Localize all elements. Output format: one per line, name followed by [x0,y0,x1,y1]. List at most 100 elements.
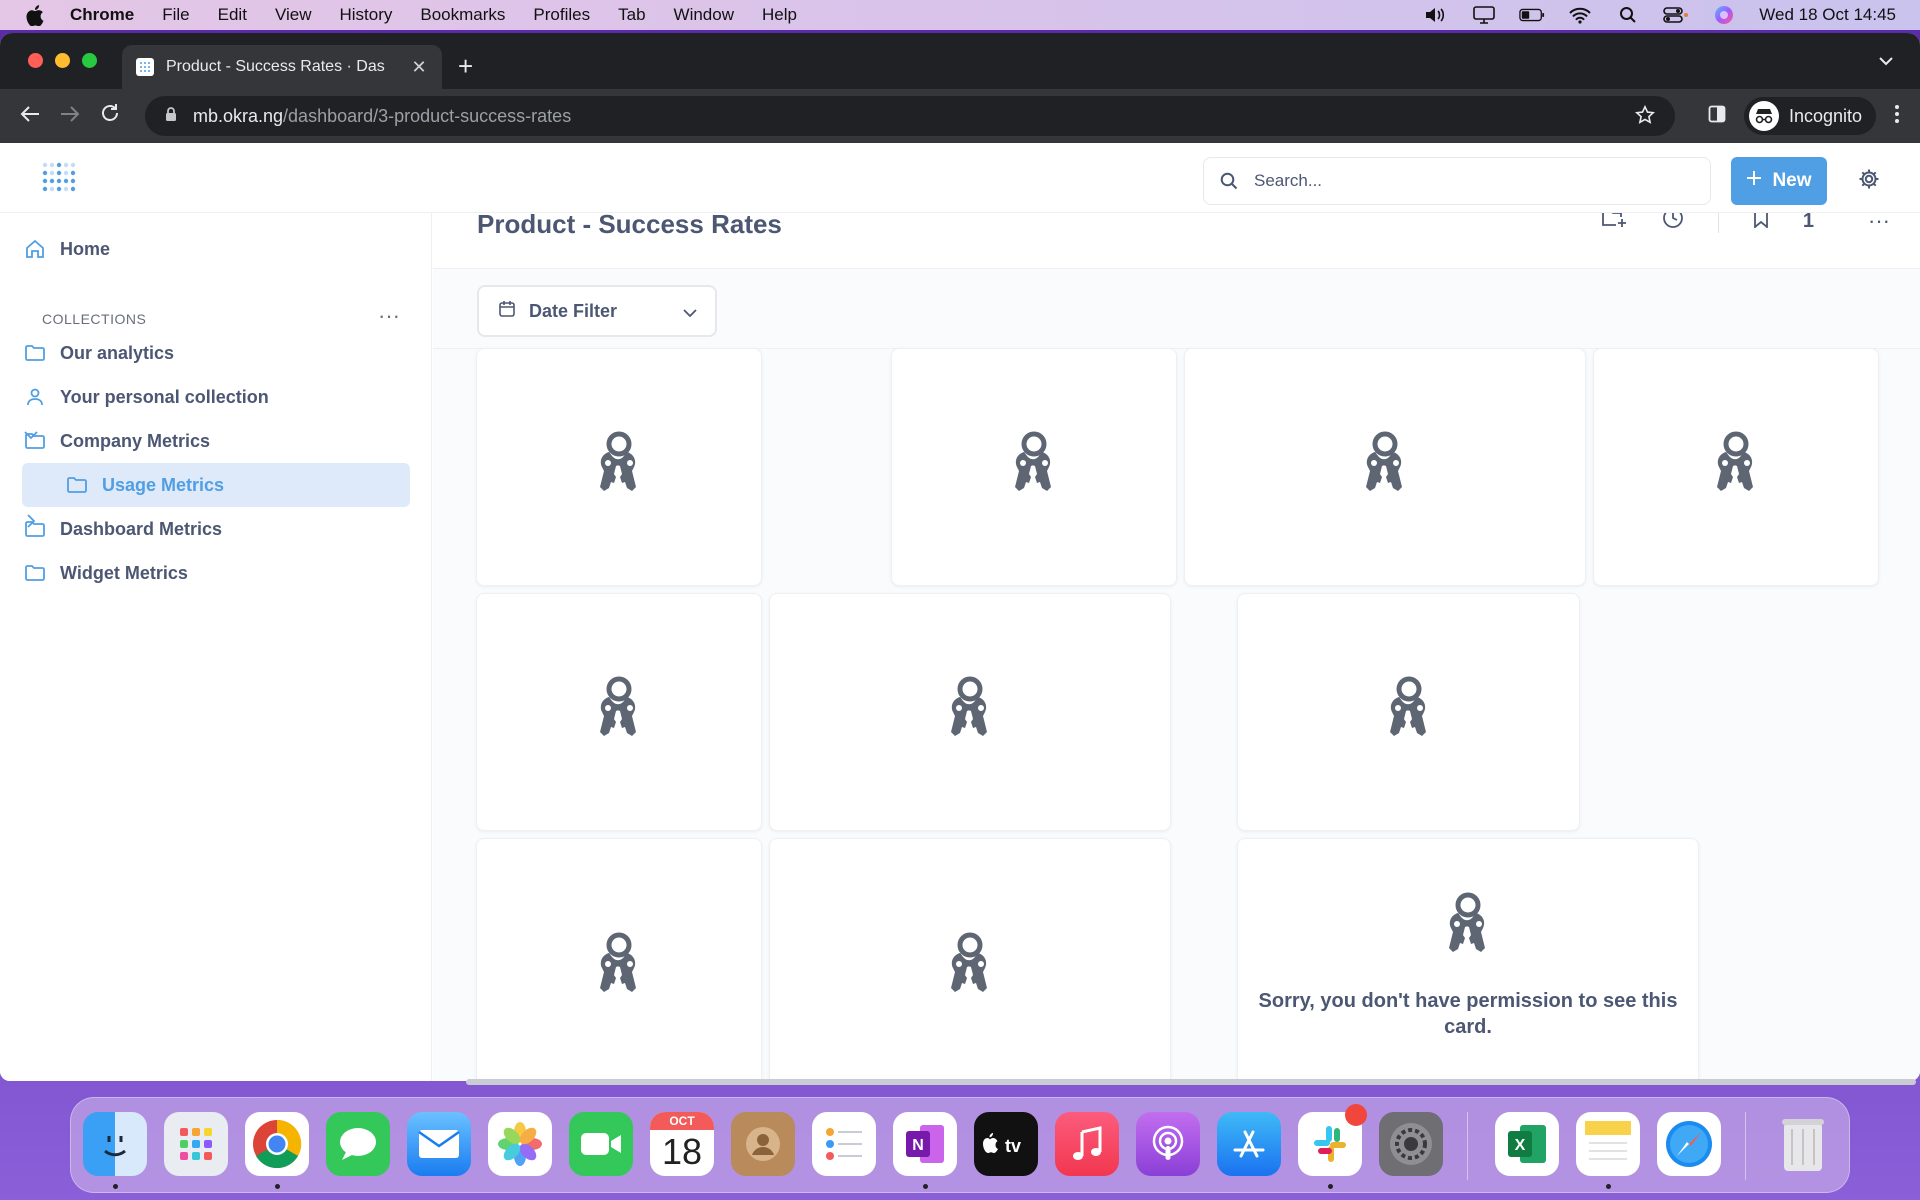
apple-icon[interactable] [26,4,46,26]
restricted-card[interactable] [769,593,1171,831]
lock-icon[interactable] [165,106,177,127]
calendar-icon[interactable]: OCT 18 [650,1112,714,1176]
restricted-card[interactable] [476,593,762,831]
new-button[interactable]: New [1731,157,1827,205]
chevron-down-icon [683,302,697,323]
mail-icon[interactable] [407,1112,471,1176]
settings-gear-icon[interactable] [1858,168,1880,195]
finder-icon[interactable] [83,1112,147,1176]
bookmark-star-icon[interactable] [1634,104,1656,130]
restricted-card[interactable] [476,838,762,1081]
date-filter-widget[interactable]: Date Filter [477,285,717,337]
menu-clock[interactable]: Wed 18 Oct 14:45 [1759,5,1896,25]
restricted-card[interactable] [1237,593,1580,831]
date-filter-label: Date Filter [529,300,618,321]
dashboard-header: Product - Success Rates 1 ··· [433,213,1920,269]
sidebar-item-dashboard-metrics[interactable]: Dashboard Metrics [22,507,410,551]
sidebar-item-company-metrics[interactable]: Company Metrics [22,419,410,463]
menu-window[interactable]: Window [674,5,734,25]
onenote-icon[interactable]: N [893,1112,957,1176]
browser-tab-active[interactable]: Product - Success Rates · Das ✕ [122,45,442,89]
horizontal-scrollbar[interactable] [466,1079,1916,1085]
wifi-icon[interactable] [1567,6,1593,24]
folder-icon [64,477,90,493]
podcasts-icon[interactable] [1136,1112,1200,1176]
launchpad-icon[interactable] [164,1112,228,1176]
spotlight-icon[interactable] [1615,6,1641,24]
search-input[interactable]: Search... [1203,157,1711,205]
restricted-card-with-message[interactable]: Sorry, you don't have permission to see … [1237,838,1699,1081]
tab-search-icon[interactable] [1878,53,1894,71]
restricted-card[interactable] [1593,348,1879,586]
volume-icon[interactable] [1423,6,1449,24]
contacts-icon[interactable] [731,1112,795,1176]
restricted-card[interactable] [891,348,1177,586]
display-icon[interactable] [1471,6,1497,24]
collections-heading: COLLECTIONS [42,311,147,327]
chrome-icon[interactable] [245,1112,309,1176]
menu-help[interactable]: Help [762,5,797,25]
sidebar-item-home[interactable]: Home [22,227,410,271]
safari-icon[interactable] [1657,1112,1721,1176]
music-icon[interactable] [1055,1112,1119,1176]
minimize-window-button[interactable] [55,53,70,68]
menu-view[interactable]: View [275,5,312,25]
menu-profiles[interactable]: Profiles [533,5,590,25]
search-placeholder: Search... [1254,171,1323,190]
zoom-window-button[interactable] [82,53,97,68]
window-controls [28,53,97,68]
system-settings-icon[interactable] [1379,1112,1443,1176]
address-bar[interactable]: mb.okra.ng/dashboard/3-product-success-r… [145,96,1675,136]
header-divider [1717,213,1719,233]
collections-more-icon[interactable]: ··· [378,303,400,329]
menu-app-name[interactable]: Chrome [70,5,134,25]
sidebar-item-label: Widget Metrics [60,562,188,583]
search-icon [1220,172,1238,195]
messages-icon[interactable] [326,1112,390,1176]
plus-icon [1746,170,1762,192]
app-store-icon[interactable] [1217,1112,1281,1176]
sidebar-item-our-analytics[interactable]: Our analytics [22,331,410,375]
incognito-profile-button[interactable]: Incognito [1743,97,1876,135]
sidebar-item-widget-metrics[interactable]: Widget Metrics [22,551,410,595]
trash-icon[interactable] [1771,1112,1835,1176]
menu-tab[interactable]: Tab [618,5,645,25]
more-options-icon[interactable]: ··· [1868,213,1890,234]
excel-icon[interactable]: X [1495,1112,1559,1176]
restricted-card[interactable] [476,348,762,586]
restricted-card[interactable] [1184,348,1586,586]
restricted-card[interactable] [769,838,1171,1081]
photos-icon[interactable] [488,1112,552,1176]
metabase-logo-icon[interactable] [42,162,76,199]
reminders-icon[interactable] [812,1112,876,1176]
close-tab-icon[interactable]: ✕ [410,57,428,78]
side-panel-icon[interactable] [1708,105,1726,128]
chrome-menu-icon[interactable] [1894,104,1900,129]
forward-button[interactable] [50,103,90,129]
incognito-label: Incognito [1788,105,1862,126]
notes-icon[interactable] [1576,1112,1640,1176]
locked-keys-icon [1006,430,1062,505]
menu-file[interactable]: File [162,5,189,25]
control-center-icon[interactable] [1663,6,1689,24]
battery-icon[interactable] [1519,6,1545,24]
menu-edit[interactable]: Edit [218,5,247,25]
facetime-icon[interactable] [569,1112,633,1176]
dashboard-title[interactable]: Product - Success Rates [477,213,782,240]
back-button[interactable] [10,103,50,129]
menu-history[interactable]: History [339,5,392,25]
menu-bookmarks[interactable]: Bookmarks [420,5,505,25]
macos-menu-bar: Chrome File Edit View History Bookmarks … [0,0,1920,30]
siri-icon[interactable] [1711,6,1737,24]
url-path: /dashboard/3-product-success-rates [283,105,572,126]
apple-tv-icon[interactable]: tv [974,1112,1038,1176]
new-tab-button[interactable]: + [458,51,473,82]
reload-button[interactable] [90,103,130,129]
bookmark-icon[interactable] [1753,213,1769,234]
sidebar-item-usage-metrics[interactable]: Usage Metrics [22,463,410,507]
sidebar-item-personal-collection[interactable]: Your personal collection [22,375,410,419]
history-clock-icon[interactable] [1662,213,1684,235]
add-to-collection-icon[interactable] [1601,213,1628,234]
close-window-button[interactable] [28,53,43,68]
subscriber-count[interactable]: 1 [1803,213,1814,233]
